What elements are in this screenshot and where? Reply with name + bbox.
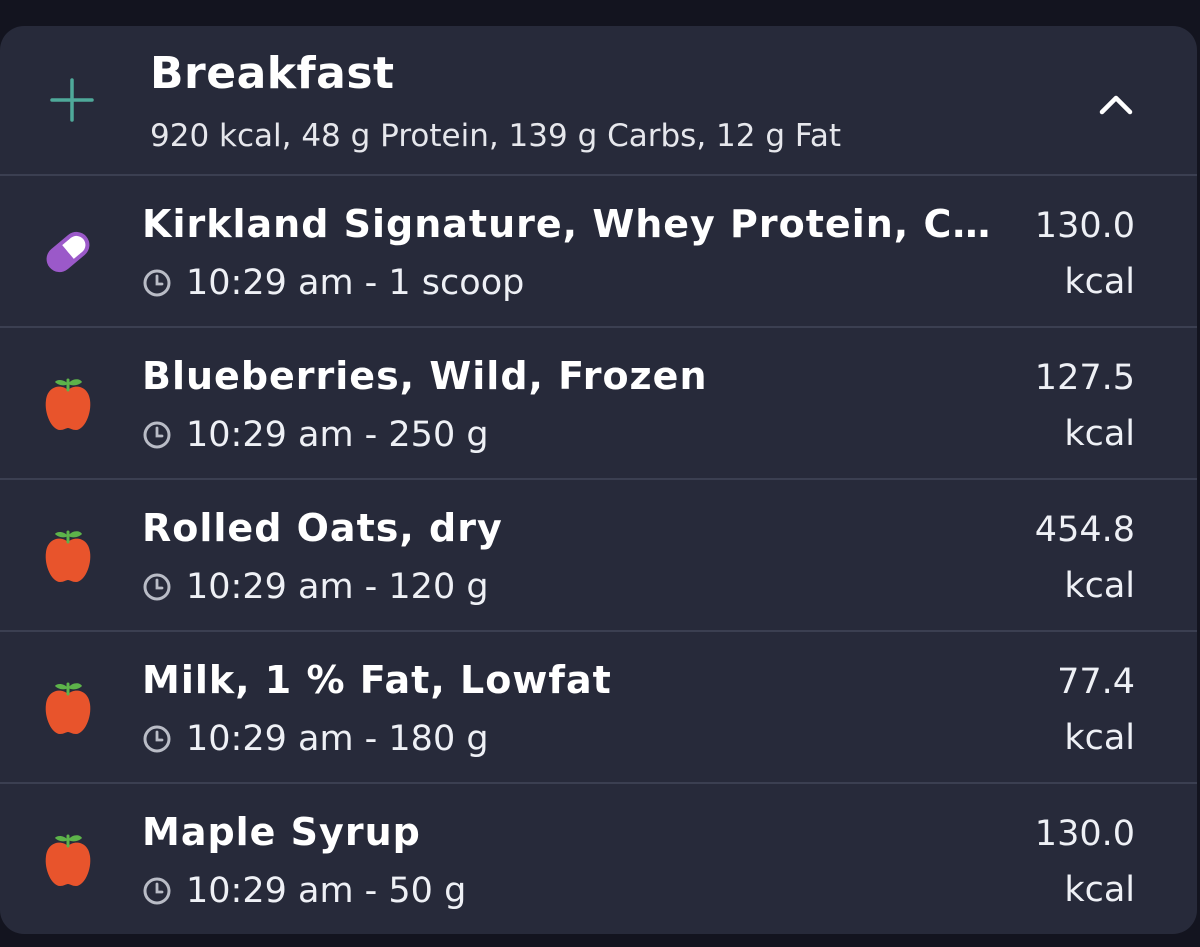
clock-icon (143, 269, 171, 297)
meal-title: Breakfast (150, 48, 395, 99)
food-detail: 10:29 am - 120 g (142, 562, 489, 612)
food-time-amount: 10:29 am - 120 g (186, 567, 489, 607)
kcal-unit: kcal (1064, 718, 1135, 758)
kcal-unit: kcal (1064, 870, 1135, 910)
food-name: Rolled Oats, dry (142, 506, 503, 550)
food-time-amount: 10:29 am - 180 g (186, 719, 489, 759)
kcal-unit: kcal (1064, 262, 1135, 302)
kcal-unit: kcal (1064, 566, 1135, 606)
meal-nutrition-summary: 920 kcal, 48 g Protein, 139 g Carbs, 12 … (150, 118, 841, 154)
kcal-value: 77.4 (1057, 662, 1135, 702)
pill-icon (46, 231, 90, 273)
apple-icon (45, 378, 91, 430)
apple-icon (45, 682, 91, 734)
kcal-unit: kcal (1064, 414, 1135, 454)
food-kcal: 77.4 kcal (1057, 654, 1135, 766)
food-name: Maple Syrup (142, 810, 421, 854)
food-kcal: 130.0 kcal (1035, 198, 1135, 310)
food-detail: 10:29 am - 180 g (142, 714, 489, 764)
food-kcal: 454.8 kcal (1035, 502, 1135, 614)
apple-icon (45, 834, 91, 886)
food-time-amount: 10:29 am - 1 scoop (186, 263, 525, 303)
kcal-value: 130.0 (1034, 206, 1135, 246)
food-kcal: 127.5 kcal (1035, 350, 1135, 462)
food-entry[interactable]: Kirkland Signature, Whey Protein, Cre… 1… (0, 176, 1197, 328)
apple-icon (45, 530, 91, 582)
food-detail: 10:29 am - 50 g (142, 866, 466, 916)
kcal-value: 130.0 (1034, 814, 1135, 854)
chevron-up-icon[interactable] (1094, 82, 1138, 126)
food-name: Milk, 1 % Fat, Lowfat (142, 658, 612, 702)
add-food-button[interactable] (48, 76, 96, 124)
kcal-value: 454.8 (1034, 510, 1135, 550)
kcal-value: 127.5 (1034, 358, 1135, 398)
food-name: Kirkland Signature, Whey Protein, Cre… (142, 202, 992, 246)
food-entry[interactable]: Milk, 1 % Fat, Lowfat 10:29 am - 180 g 7… (0, 632, 1197, 784)
food-entry[interactable]: Maple Syrup 10:29 am - 50 g 130.0 kcal (0, 784, 1197, 934)
food-time-amount: 10:29 am - 50 g (186, 871, 467, 911)
food-name: Blueberries, Wild, Frozen (142, 354, 708, 398)
meal-card: Breakfast 920 kcal, 48 g Protein, 139 g … (0, 26, 1197, 934)
food-kcal: 130.0 kcal (1035, 806, 1135, 918)
food-time-amount: 10:29 am - 250 g (186, 415, 489, 455)
clock-icon (143, 573, 171, 601)
clock-icon (143, 877, 171, 905)
food-detail: 10:29 am - 250 g (142, 410, 489, 460)
food-entry[interactable]: Blueberries, Wild, Frozen 10:29 am - 250… (0, 328, 1197, 480)
food-detail: 10:29 am - 1 scoop (142, 258, 524, 308)
clock-icon (143, 725, 171, 753)
clock-icon (143, 421, 171, 449)
food-entry[interactable]: Rolled Oats, dry 10:29 am - 120 g 454.8 … (0, 480, 1197, 632)
meal-header[interactable]: Breakfast 920 kcal, 48 g Protein, 139 g … (0, 26, 1197, 176)
